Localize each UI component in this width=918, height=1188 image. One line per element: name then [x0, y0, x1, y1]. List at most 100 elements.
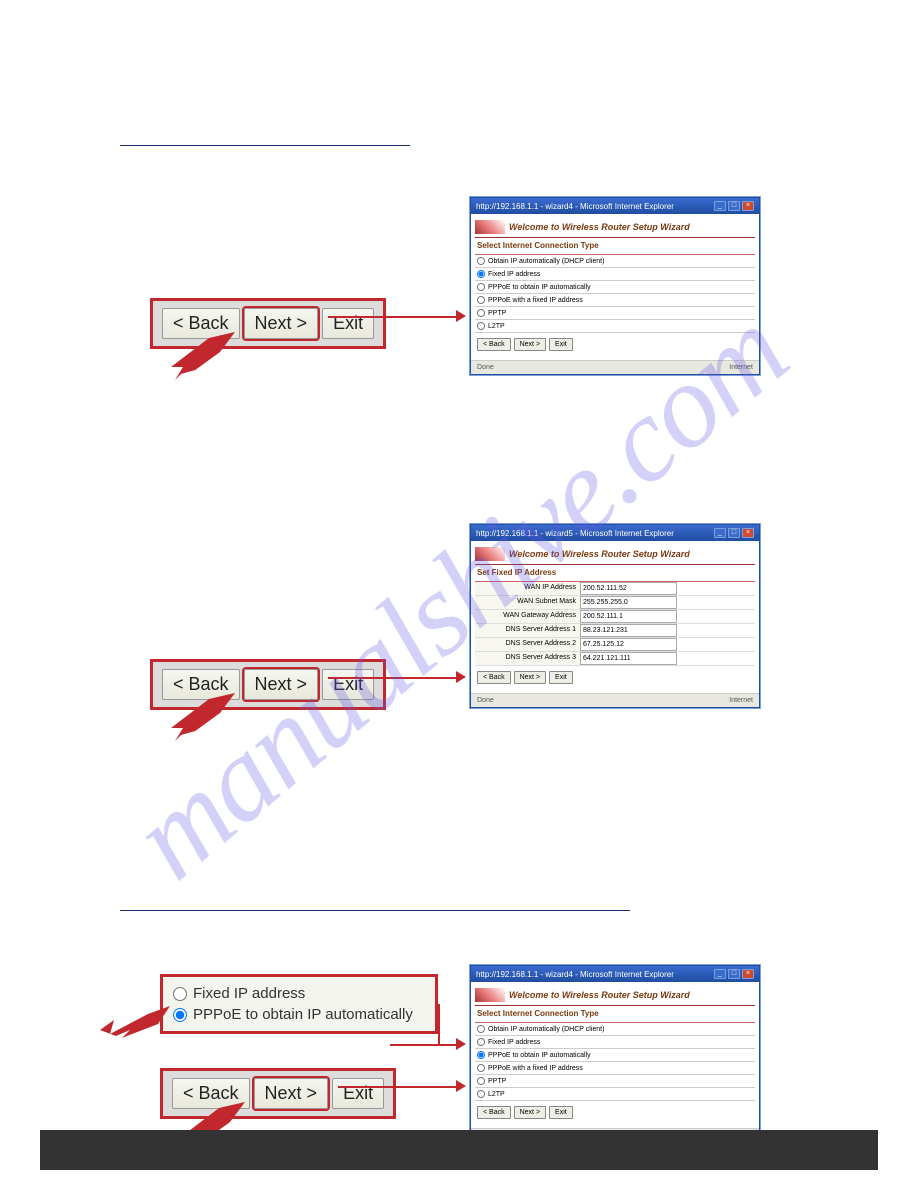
option-row[interactable]: Obtain IP automatically (DHCP client): [475, 1023, 755, 1036]
field-label: DNS Server Address 3: [475, 652, 580, 665]
page-footer-bar: [40, 1130, 878, 1170]
field-label: WAN IP Address: [475, 582, 580, 595]
titlebar: http://192.168.1.1 - wizard5 - Microsoft…: [471, 525, 759, 541]
radio-option[interactable]: [477, 1051, 485, 1059]
radio-option[interactable]: [477, 257, 485, 265]
field-input[interactable]: [580, 610, 677, 623]
radio-option[interactable]: [477, 1025, 485, 1033]
radio-pppoe-auto[interactable]: [173, 1008, 187, 1022]
exit-button[interactable]: Exit: [322, 308, 374, 339]
field-row: WAN Subnet Mask: [475, 596, 755, 610]
option-row[interactable]: PPTP: [475, 1075, 755, 1088]
back-button[interactable]: < Back: [477, 338, 511, 351]
maximize-icon[interactable]: □: [728, 969, 740, 979]
option-label: PPPoE with a fixed IP address: [488, 1065, 583, 1072]
status-right: Internet: [729, 364, 753, 371]
field-input[interactable]: [580, 596, 677, 609]
next-button[interactable]: Next >: [244, 308, 319, 339]
option-label: PPPoE with a fixed IP address: [488, 297, 583, 304]
option-row[interactable]: Obtain IP automatically (DHCP client): [475, 255, 755, 268]
exit-button[interactable]: Exit: [549, 1106, 573, 1119]
minimize-icon[interactable]: _: [714, 969, 726, 979]
close-icon[interactable]: ×: [742, 528, 754, 538]
radio-fixed-ip[interactable]: [173, 987, 187, 1001]
red-arrow-icon: [165, 693, 235, 746]
maximize-icon[interactable]: □: [728, 201, 740, 211]
option-label: Obtain IP automatically (DHCP client): [488, 258, 604, 265]
status-right: Internet: [729, 697, 753, 704]
exit-button[interactable]: Exit: [549, 671, 573, 684]
radio-option[interactable]: [477, 1064, 485, 1072]
connector-line: [328, 677, 458, 679]
field-label: WAN Gateway Address: [475, 610, 580, 623]
back-button[interactable]: < Back: [477, 1106, 511, 1119]
option-row[interactable]: L2TP: [475, 1088, 755, 1101]
option-label: Fixed IP address: [193, 985, 305, 1002]
radio-option[interactable]: [477, 283, 485, 291]
arrow-right-icon: [456, 1080, 466, 1092]
field-input[interactable]: [580, 624, 677, 637]
next-button[interactable]: Next >: [514, 338, 546, 351]
status-bar: Done Internet: [471, 360, 759, 374]
radio-option[interactable]: [477, 296, 485, 304]
back-button[interactable]: < Back: [477, 671, 511, 684]
radio-option[interactable]: [477, 1090, 485, 1098]
close-icon[interactable]: ×: [742, 201, 754, 211]
minimize-icon[interactable]: _: [714, 528, 726, 538]
titlebar-text: http://192.168.1.1 - wizard4 - Microsoft…: [476, 970, 674, 979]
wizard-nav: < Back Next > Exit: [475, 333, 755, 356]
field-row: WAN Gateway Address: [475, 610, 755, 624]
titlebar-buttons: _ □ ×: [714, 528, 754, 538]
option-row[interactable]: Fixed IP address: [475, 268, 755, 281]
radio-option[interactable]: [477, 270, 485, 278]
option-row[interactable]: PPPoE with a fixed IP address: [475, 1062, 755, 1075]
browser-window-2: http://192.168.1.1 - wizard5 - Microsoft…: [470, 524, 760, 708]
radio-option[interactable]: [477, 1077, 485, 1085]
wizard-logo-icon: [475, 547, 505, 561]
exit-button[interactable]: Exit: [332, 1078, 384, 1109]
red-arrow-icon: [165, 332, 235, 385]
radio-option[interactable]: [477, 322, 485, 330]
wizard-nav: < Back Next > Exit: [475, 666, 755, 689]
field-label: WAN Subnet Mask: [475, 596, 580, 609]
wizard-banner: Welcome to Wireless Router Setup Wizard: [475, 986, 755, 1006]
field-input[interactable]: [580, 582, 677, 595]
option-row[interactable]: Fixed IP address: [475, 1036, 755, 1049]
radio-option[interactable]: [477, 1038, 485, 1046]
wizard-title: Welcome to Wireless Router Setup Wizard: [509, 990, 690, 1000]
next-button[interactable]: Next >: [254, 1078, 329, 1109]
option-row[interactable]: PPPoE to obtain IP automatically: [475, 281, 755, 294]
option-label: PPPoE to obtain IP automatically: [488, 1052, 591, 1059]
connection-options: Obtain IP automatically (DHCP client) Fix…: [475, 255, 755, 333]
titlebar: http://192.168.1.1 - wizard4 - Microsoft…: [471, 966, 759, 982]
titlebar: http://192.168.1.1 - wizard4 - Microsoft…: [471, 198, 759, 214]
radio-option[interactable]: [477, 309, 485, 317]
connector-line: [390, 1044, 458, 1046]
option-pppoe-auto[interactable]: PPPoE to obtain IP automatically: [173, 1004, 425, 1025]
close-icon[interactable]: ×: [742, 969, 754, 979]
browser-window-1: http://192.168.1.1 - wizard4 - Microsoft…: [470, 197, 760, 375]
next-button[interactable]: Next >: [244, 669, 319, 700]
exit-button[interactable]: Exit: [549, 338, 573, 351]
option-fixed-ip[interactable]: Fixed IP address: [173, 983, 425, 1004]
wizard-title: Welcome to Wireless Router Setup Wizard: [509, 549, 690, 559]
maximize-icon[interactable]: □: [728, 528, 740, 538]
browser-window-3: http://192.168.1.1 - wizard4 - Microsoft…: [470, 965, 760, 1143]
option-row[interactable]: PPPoE to obtain IP automatically: [475, 1049, 755, 1062]
next-button[interactable]: Next >: [514, 671, 546, 684]
next-button[interactable]: Next >: [514, 1106, 546, 1119]
exit-button[interactable]: Exit: [322, 669, 374, 700]
arrow-right-icon: [456, 1038, 466, 1050]
minimize-icon[interactable]: _: [714, 201, 726, 211]
arrow-right-icon: [456, 671, 466, 683]
option-label: Fixed IP address: [488, 271, 540, 278]
wizard-subtitle: Select Internet Connection Type: [475, 1006, 755, 1023]
field-input[interactable]: [580, 638, 677, 651]
option-row[interactable]: PPPoE with a fixed IP address: [475, 294, 755, 307]
option-row[interactable]: PPTP: [475, 307, 755, 320]
titlebar-buttons: _ □ ×: [714, 969, 754, 979]
option-row[interactable]: L2TP: [475, 320, 755, 333]
field-input[interactable]: [580, 652, 677, 665]
titlebar-text: http://192.168.1.1 - wizard5 - Microsoft…: [476, 529, 674, 538]
connector-line: [438, 1004, 440, 1046]
